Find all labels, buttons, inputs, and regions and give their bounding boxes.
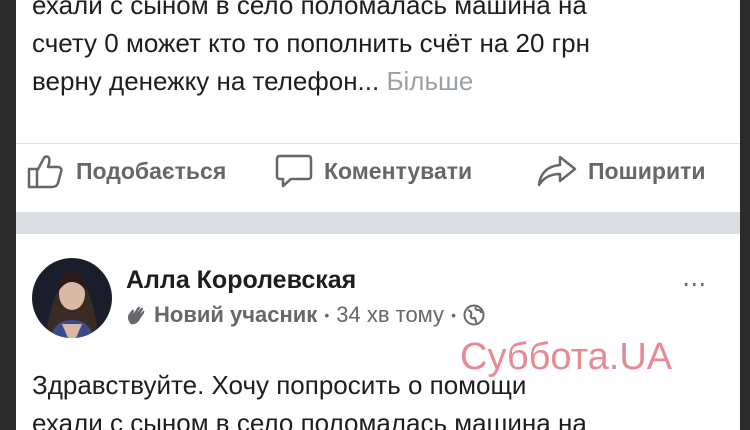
post-card: Алла Королевская Новий учасник • 34 хв т… — [16, 234, 740, 430]
post-text: Здравствуйте. Хочу попросить о помощи ех… — [32, 366, 726, 430]
post-author-name[interactable]: Алла Королевская — [126, 266, 356, 295]
wave-hand-icon — [127, 306, 145, 325]
post-actions-bar: Подобається Коментувати Поширити — [16, 143, 740, 197]
post-meta: Новий учасник • 34 хв тому • — [126, 302, 485, 328]
post-text-line: счету 0 может кто то пополнить счёт на 2… — [32, 28, 590, 58]
comment-label: Коментувати — [324, 157, 473, 184]
comment-button[interactable]: Коментувати — [274, 152, 472, 190]
post-text-line: верну денежку на телефон... Більше — [32, 62, 726, 100]
avatar[interactable] — [32, 258, 112, 338]
see-more-link[interactable]: Більше — [386, 66, 473, 96]
share-label: Поширити — [588, 157, 706, 184]
post-text-line: ехали с сыном в село поломалась машина н… — [32, 0, 587, 20]
share-button[interactable]: Поширити — [536, 152, 705, 190]
post-text-line-content: верну денежку на телефон... — [32, 66, 380, 96]
post-text: ехали с сыном в село поломалась машина н… — [32, 0, 726, 100]
post-text-line: ехали с сыном в село поломалась машина н… — [32, 408, 587, 430]
member-badge: Новий учасник — [154, 302, 318, 327]
share-icon — [537, 155, 577, 187]
thumbs-up-icon — [27, 155, 63, 189]
right-frame-border — [740, 0, 750, 430]
left-frame-border — [0, 0, 16, 430]
feed-divider — [16, 212, 740, 234]
like-label: Подобається — [76, 157, 227, 184]
separator-dot: • — [324, 307, 330, 323]
post-card: ехали с сыном в село поломалась машина н… — [16, 0, 740, 212]
avatar-image — [32, 258, 112, 338]
post-timestamp[interactable]: 34 хв тому — [336, 302, 444, 328]
comment-icon — [275, 154, 313, 188]
more-icon[interactable]: ⋯ — [682, 270, 708, 299]
like-button[interactable]: Подобається — [26, 152, 226, 190]
globe-icon — [463, 304, 485, 326]
post-text-line: Здравствуйте. Хочу попросить о помощи — [32, 370, 527, 400]
separator-dot: • — [451, 307, 456, 323]
